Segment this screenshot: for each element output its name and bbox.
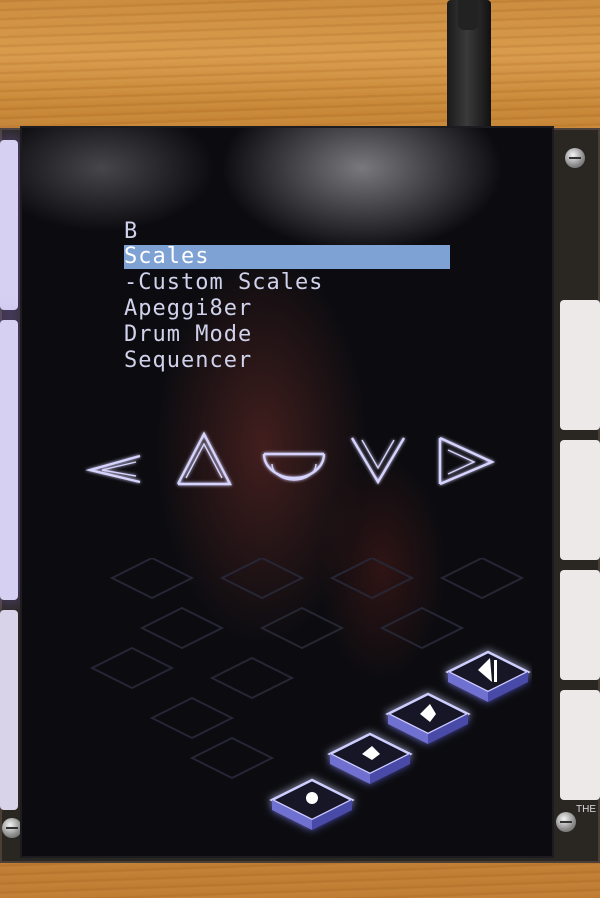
pad-2-icon[interactable]: [327, 732, 413, 784]
down-arrow-icon[interactable]: [350, 437, 406, 485]
dim-pad[interactable]: [329, 558, 415, 600]
menu-item-scales[interactable]: Scales: [124, 245, 450, 269]
dim-pad[interactable]: [219, 558, 305, 600]
right-side-pad-1[interactable]: [560, 300, 600, 430]
dim-pad[interactable]: [139, 606, 225, 650]
screw-icon: [565, 148, 585, 168]
menu-item-apeggi8er[interactable]: Apeggi8er: [124, 297, 252, 321]
menu-item-drum-mode[interactable]: Drum Mode: [124, 323, 252, 347]
dim-pad[interactable]: [379, 606, 465, 650]
dim-pad[interactable]: [149, 696, 235, 740]
left-side-pad-lit[interactable]: [0, 320, 18, 600]
left-arrow-icon[interactable]: [85, 454, 141, 484]
dim-pad[interactable]: [189, 736, 275, 780]
circle-icon[interactable]: [262, 452, 326, 481]
nav-arrows: [85, 431, 495, 486]
up-arrow-icon[interactable]: [176, 431, 232, 486]
dim-pad[interactable]: [209, 656, 295, 700]
dim-pad[interactable]: [439, 558, 525, 600]
screw-icon: [2, 818, 22, 838]
oled-menu: B Scales -Custom Scales Apeggi8er Drum M…: [124, 220, 464, 380]
pad-4-icon[interactable]: [445, 650, 531, 702]
case-label: THE: [576, 804, 596, 815]
right-side-pad-2[interactable]: [560, 440, 600, 560]
pad-3-icon[interactable]: [385, 692, 471, 744]
touch-panel: B Scales -Custom Scales Apeggi8er Drum M…: [22, 128, 552, 856]
menu-item-b[interactable]: B: [124, 220, 138, 244]
dim-pad[interactable]: [109, 558, 195, 600]
left-side-pad[interactable]: [0, 140, 18, 310]
pad-grid: [89, 558, 531, 830]
right-side-pad-3[interactable]: [560, 570, 600, 680]
dim-pad[interactable]: [259, 606, 345, 650]
screw-icon: [556, 812, 576, 832]
cable-plug: [458, 0, 478, 30]
pad-1-icon[interactable]: [269, 778, 355, 830]
left-side-pad-lower[interactable]: [0, 610, 18, 810]
menu-item-sequencer[interactable]: Sequencer: [124, 349, 252, 373]
right-side-pad-4[interactable]: [560, 690, 600, 800]
right-arrow-icon[interactable]: [438, 436, 495, 486]
dim-pad[interactable]: [89, 646, 175, 690]
menu-item-custom-scales[interactable]: -Custom Scales: [124, 271, 323, 295]
